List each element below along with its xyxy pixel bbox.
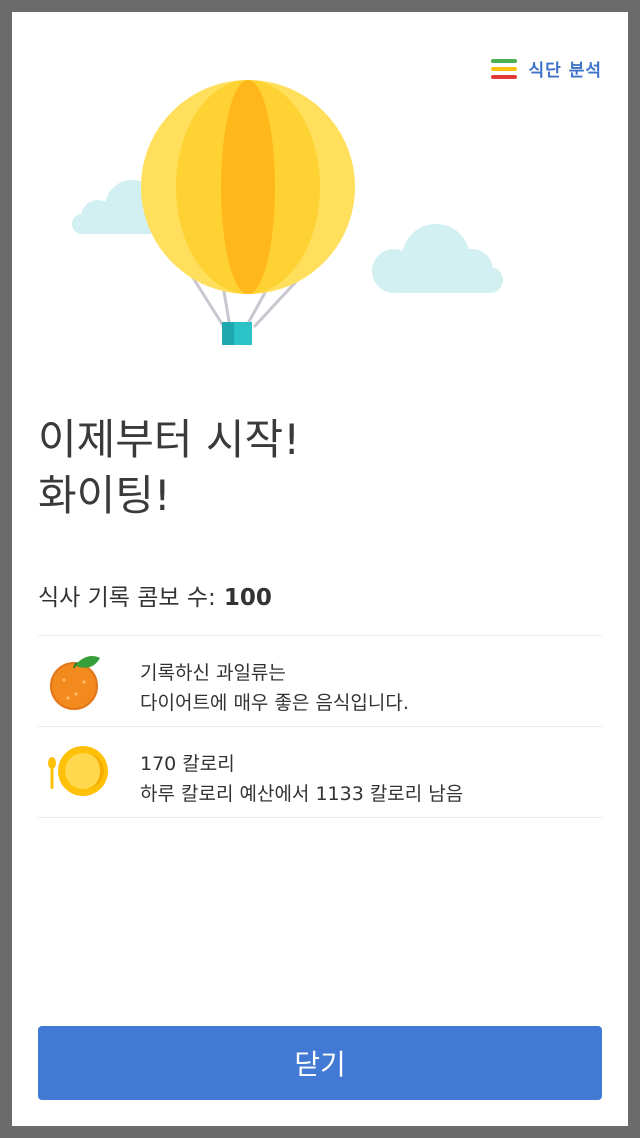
headline-line-2: 화이팅! bbox=[38, 471, 171, 520]
meal-combo-count: 식사 기록 콤보 수: 100 bbox=[38, 578, 272, 612]
feedback-calories-line-1: 170 칼로리 bbox=[140, 753, 235, 775]
feedback-row-fruit: 기록하신 과일류는 다이어트에 매우 좋은 음식입니다. bbox=[38, 636, 602, 727]
orange-icon bbox=[50, 656, 100, 710]
feedback-fruit-line-2: 다이어트에 매우 좋은 음식입니다. bbox=[140, 692, 409, 714]
hot-air-balloon-illustration bbox=[72, 80, 503, 345]
feedback-calories-line-2: 하루 칼로리 예산에서 1133 칼로리 남음 bbox=[140, 783, 464, 805]
close-button[interactable]: 닫기 bbox=[38, 1026, 602, 1100]
headline-line-1: 이제부터 시작! bbox=[38, 415, 301, 464]
diet-analysis-label: 식단 분석 bbox=[528, 61, 602, 81]
feedback-calories-text: 170 칼로리 하루 칼로리 예산에서 1133 칼로리 남음 bbox=[140, 749, 463, 809]
cloud-right bbox=[372, 224, 503, 293]
combo-label: 식사 기록 콤보 수: bbox=[38, 585, 216, 611]
feedback-row-calories: 170 칼로리 하루 칼로리 예산에서 1133 칼로리 남음 bbox=[38, 727, 602, 818]
plate-spoon-icon bbox=[48, 746, 108, 796]
feedback-fruit-text: 기록하신 과일류는 다이어트에 매우 좋은 음식입니다. bbox=[140, 658, 409, 718]
feedback-list: 기록하신 과일류는 다이어트에 매우 좋은 음식입니다. 170 칼로리 하루 … bbox=[38, 635, 602, 818]
combo-value: 100 bbox=[223, 585, 272, 611]
feedback-fruit-line-1: 기록하신 과일류는 bbox=[140, 662, 286, 684]
dialog-card: 식단 분석 이제부터 시작! 화이팅! 식사 기록 콤보 수: 100 기록하신… bbox=[12, 12, 628, 1126]
headline: 이제부터 시작! 화이팅! bbox=[38, 412, 300, 524]
